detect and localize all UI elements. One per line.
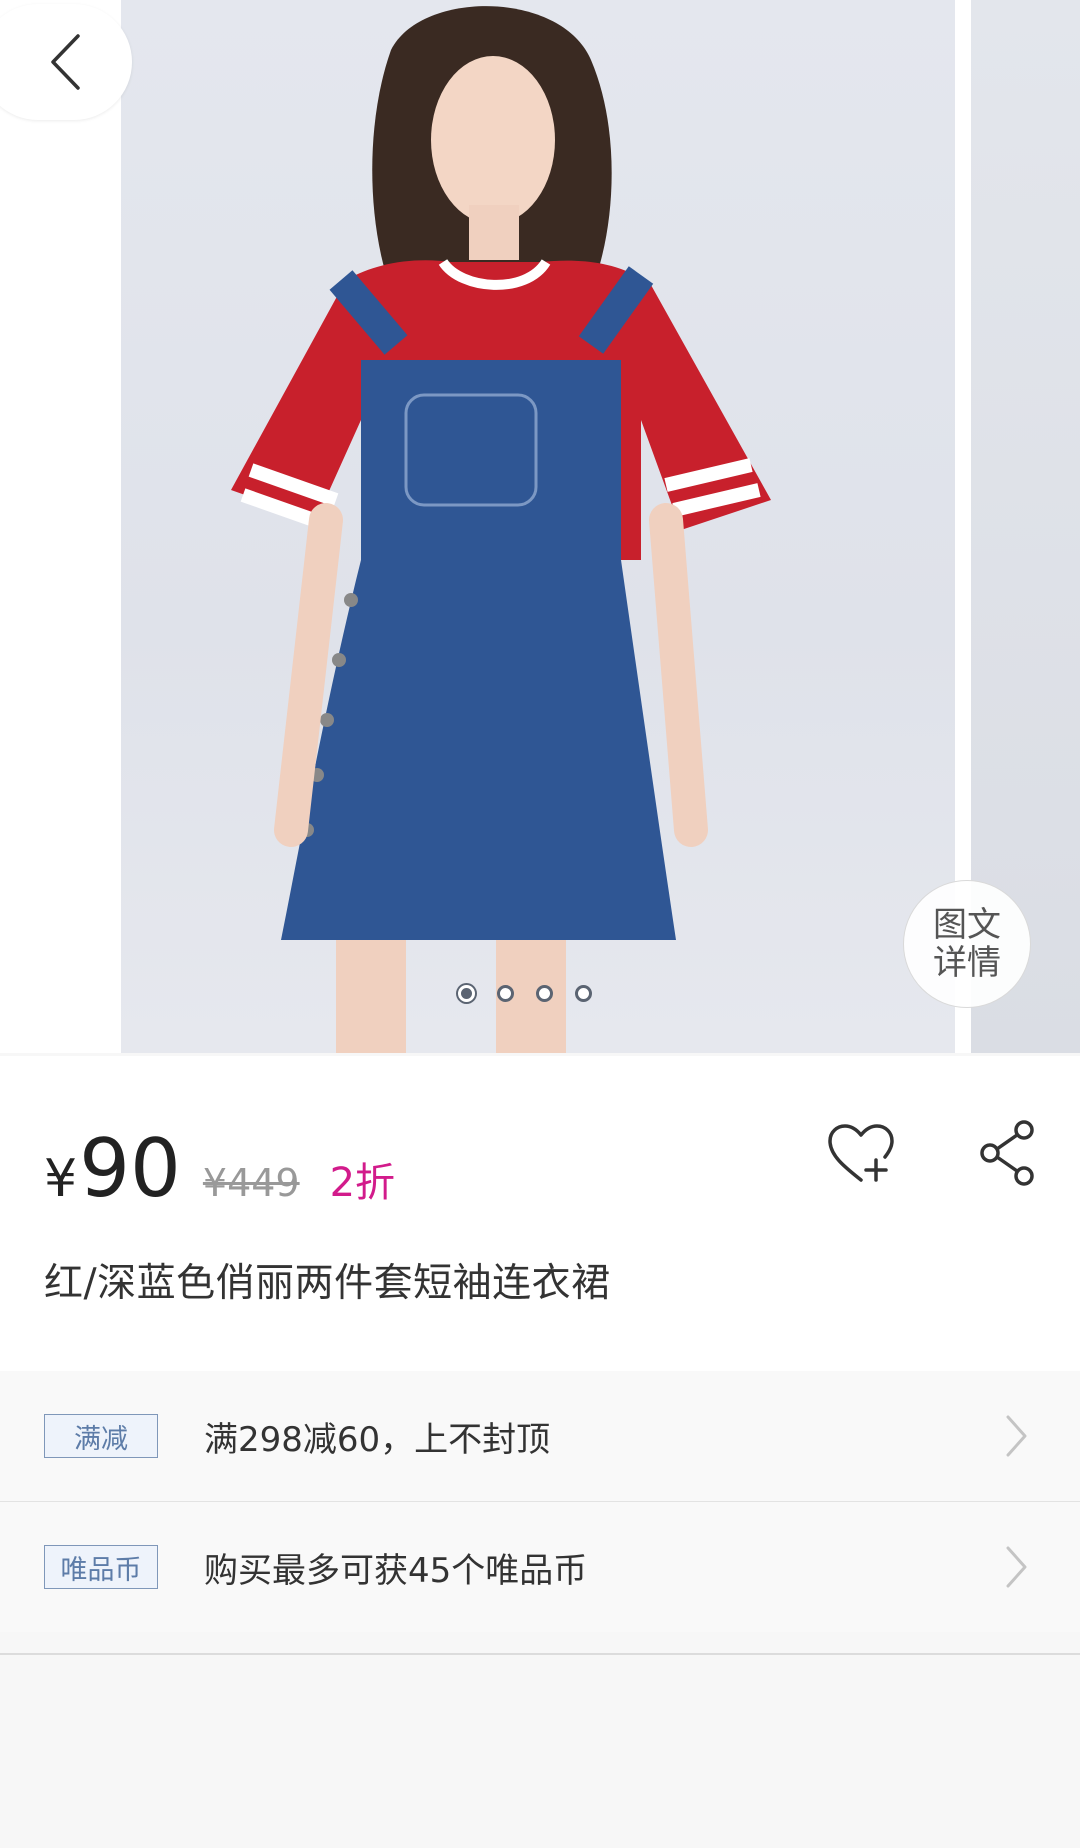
sale-price: 90: [79, 1122, 181, 1215]
heart-plus-icon: [828, 1124, 894, 1182]
currency-symbol: ¥: [44, 1149, 78, 1209]
chevron-right-icon: [1006, 1546, 1027, 1588]
pagination-dot[interactable]: [575, 985, 592, 1002]
share-button[interactable]: [977, 1118, 1037, 1192]
promo-text: 满298减60，上不封顶: [204, 1419, 551, 1460]
detail-button-line2: 详情: [933, 943, 1001, 983]
product-image-gallery[interactable]: 图文 详情: [0, 0, 1080, 1053]
gallery-pagination: [458, 985, 592, 1002]
detail-button-line1: 图文: [933, 905, 1001, 945]
section-divider: [0, 1653, 1080, 1655]
product-detail-page: 图文 详情 ¥ 90 ¥449 2折 红/深蓝色俏丽两件套短袖连衣裙 满减 满2…: [0, 0, 1080, 1848]
product-title: 红/深蓝色俏丽两件套短袖连衣裙: [44, 1261, 611, 1306]
promo-row-full-reduction[interactable]: 满减 满298减60，上不封顶: [0, 1371, 1080, 1502]
original-price: ¥449: [202, 1161, 300, 1205]
pagination-dot-active[interactable]: [458, 985, 475, 1002]
chevron-left-icon: [51, 34, 80, 90]
promo-row-vip-coins[interactable]: 唯品币 购买最多可获45个唯品币: [0, 1502, 1080, 1632]
chevron-right-icon: [1006, 1415, 1027, 1457]
product-info: ¥ 90 ¥449 2折 红/深蓝色俏丽两件套短袖连衣裙: [0, 1056, 1080, 1371]
product-photo: [231, 6, 771, 1053]
back-button[interactable]: [0, 4, 132, 120]
favorite-button[interactable]: [826, 1122, 896, 1188]
image-text-detail-button[interactable]: 图文 详情: [903, 880, 1031, 1008]
promo-tag: 满减: [44, 1414, 158, 1458]
pagination-dot[interactable]: [497, 985, 514, 1002]
discount-label: 2折: [329, 1160, 396, 1206]
price-row: ¥ 90 ¥449 2折: [44, 1122, 395, 1215]
share-icon: [980, 1120, 1034, 1186]
pagination-dot[interactable]: [536, 985, 553, 1002]
promo-text: 购买最多可获45个唯品币: [204, 1550, 588, 1591]
product-image-main[interactable]: [121, 0, 955, 1053]
promo-tag: 唯品币: [44, 1545, 158, 1589]
